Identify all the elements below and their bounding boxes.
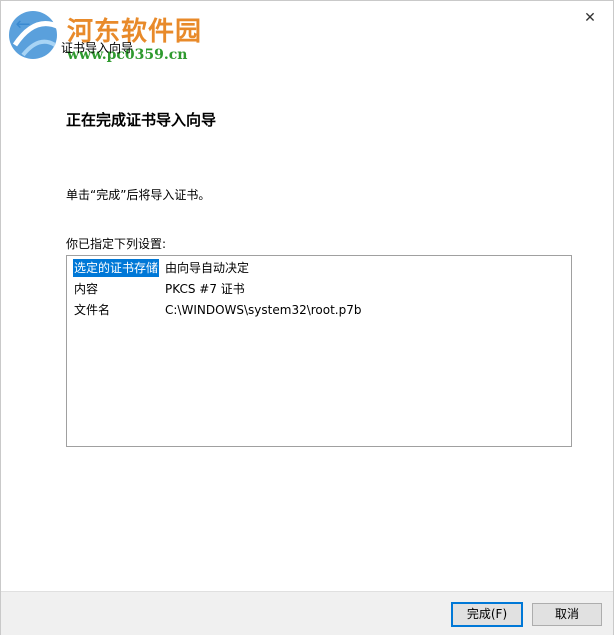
settings-value: PKCS #7 证书 [165, 282, 245, 296]
settings-key[interactable]: 文件名 [73, 301, 111, 319]
cancel-button[interactable]: 取消 [532, 603, 602, 626]
certificate-import-wizard-window: ← ✕ 河东软件园 www.pc0359.cn 证书导入向导 正在完成证书导入向… [0, 0, 614, 635]
wizard-title: 证书导入向导 [61, 41, 134, 55]
page-heading: 正在完成证书导入向导 [66, 111, 217, 129]
settings-value: C:\WINDOWS\system32\root.p7b [165, 303, 362, 317]
finish-button[interactable]: 完成(F) [451, 602, 523, 627]
settings-list[interactable]: 选定的证书存储 由向导自动决定 内容 PKCS #7 证书 文件名 C:\WIN… [66, 255, 572, 447]
instruction-text: 单击“完成”后将导入证书。 [66, 188, 211, 202]
button-bar: 完成(F) 取消 [1, 591, 613, 635]
settings-label: 你已指定下列设置: [66, 237, 167, 251]
settings-key[interactable]: 内容 [73, 280, 99, 298]
settings-key[interactable]: 选定的证书存储 [73, 259, 160, 277]
close-button[interactable]: ✕ [575, 7, 605, 29]
watermark-logo-icon [9, 11, 61, 59]
settings-value: 由向导自动决定 [165, 261, 250, 275]
